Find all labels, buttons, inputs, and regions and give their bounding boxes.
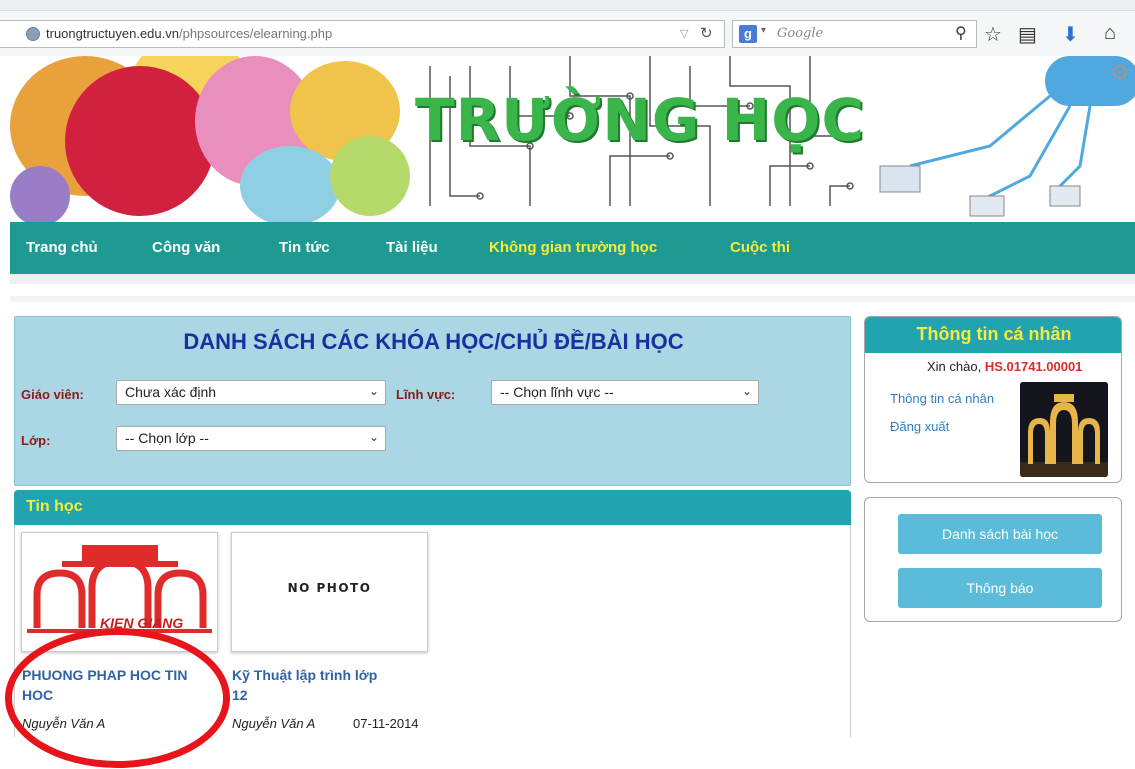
chevron-down-icon: ⌄ <box>368 384 379 398</box>
home-icon[interactable]: ⌂ <box>1104 22 1116 45</box>
url-text[interactable]: truongtructuyen.edu.vn/phpsources/elearn… <box>46 26 332 41</box>
search-placeholder: Google <box>777 26 824 41</box>
nav-item-school-space[interactable]: Không gian trường học <box>489 239 657 256</box>
notifications-button[interactable]: Thông báo <box>898 568 1102 608</box>
globe-icon <box>26 27 40 41</box>
user-id: HS.01741.00001 <box>984 359 1083 374</box>
category-title: Tin học <box>26 498 83 515</box>
decor-bubble-purple <box>10 166 70 222</box>
site-banner: TRƯỜNG HỌC ⚙ <box>10 56 1135 222</box>
nav-item-contests[interactable]: Cuộc thi <box>730 239 790 256</box>
nav-subbar <box>10 274 1135 284</box>
teacher-select-value: Chưa xác định <box>125 384 217 400</box>
course-thumbnail[interactable]: NO PHOTO <box>231 532 428 652</box>
search-box[interactable]: g ▾ Google ⚲ <box>732 20 977 48</box>
field-select[interactable]: -- Chọn lĩnh vực -- ⌄ <box>491 380 759 405</box>
dropdown-arrow-icon[interactable]: ▽ <box>680 27 688 40</box>
class-select-value: -- Chọn lớp -- <box>125 430 209 446</box>
profile-panel: Thông tin cá nhân Xin chào, HS.01741.000… <box>864 316 1122 483</box>
field-label: Lĩnh vực: <box>396 387 456 402</box>
google-icon[interactable]: g <box>739 25 757 43</box>
search-icon[interactable]: ⚲ <box>955 23 967 43</box>
highlight-circle <box>5 628 230 768</box>
nav-item-home[interactable]: Trang chủ <box>26 239 98 256</box>
address-bar[interactable]: truongtructuyen.edu.vn/phpsources/elearn… <box>0 20 725 48</box>
class-label: Lớp: <box>21 433 51 448</box>
browser-toolbar: truongtructuyen.edu.vn/phpsources/elearn… <box>0 0 1135 56</box>
url-path: /phpsources/elearning.php <box>178 26 333 41</box>
gear-icon[interactable]: ⚙ <box>1110 60 1130 86</box>
search-engine-dropdown-icon[interactable]: ▾ <box>761 25 766 36</box>
bookmark-star-icon[interactable]: ☆ <box>984 22 1002 47</box>
nav-item-news[interactable]: Tin tức <box>279 239 330 256</box>
category-header: Tin học <box>14 490 851 525</box>
profile-header: Thông tin cá nhân <box>865 317 1121 353</box>
banner-title: TRƯỜNG HỌC <box>415 86 866 154</box>
decor-bubble-red <box>65 66 215 216</box>
teacher-label: Giáo viên: <box>21 387 84 402</box>
nav-item-materials[interactable]: Tài liệu <box>386 239 438 256</box>
chevron-down-icon: ⌄ <box>368 430 379 444</box>
teacher-select[interactable]: Chưa xác định ⌄ <box>116 380 386 405</box>
field-select-value: -- Chọn lĩnh vực -- <box>500 384 614 400</box>
course-date: 07-11-2014 <box>353 716 419 731</box>
course-title-line: 12 <box>232 687 248 703</box>
greeting: Xin chào, HS.01741.00001 <box>927 359 1082 374</box>
reading-list-icon[interactable]: ▤ <box>1018 22 1037 47</box>
actions-panel: Danh sách bài học Thông báo <box>864 497 1122 622</box>
profile-info-link[interactable]: Thông tin cá nhân <box>890 391 994 406</box>
lesson-list-button[interactable]: Danh sách bài học <box>898 514 1102 554</box>
nav-item-documents-official[interactable]: Công văn <box>152 239 220 256</box>
decor-bubble-green <box>330 136 410 216</box>
url-domain: truongtructuyen.edu.vn <box>46 26 179 41</box>
class-select[interactable]: -- Chọn lớp -- ⌄ <box>116 426 386 451</box>
chevron-down-icon: ⌄ <box>741 384 752 398</box>
course-filter-panel: DANH SÁCH CÁC KHÓA HỌC/CHỦ ĐỀ/BÀI HỌC Gi… <box>14 316 851 486</box>
course-title-line: Kỹ Thuật lập trình lớp <box>232 667 378 683</box>
course-author: Nguyễn Văn A <box>232 716 316 731</box>
greeting-text: Xin chào, <box>927 359 985 374</box>
no-photo-label: NO PHOTO <box>287 581 372 595</box>
logout-link[interactable]: Đăng xuất <box>890 419 949 434</box>
reload-icon[interactable]: ↻ <box>700 24 713 42</box>
profile-title: Thông tin cá nhân <box>916 324 1072 344</box>
gate-photo <box>1020 382 1108 477</box>
tab-strip <box>0 0 1135 11</box>
divider <box>10 296 1135 302</box>
course-title-link[interactable]: Kỹ Thuật lập trình lớp 12 <box>232 665 437 705</box>
avatar <box>1020 382 1108 477</box>
course-list-title: DANH SÁCH CÁC KHÓA HỌC/CHỦ ĐỀ/BÀI HỌC <box>183 329 684 354</box>
download-icon[interactable]: ⬇ <box>1062 22 1079 47</box>
main-nav: Trang chủ Công văn Tin tức Tài liệu Khôn… <box>10 222 1135 274</box>
decor-bubble-blue <box>240 146 340 222</box>
